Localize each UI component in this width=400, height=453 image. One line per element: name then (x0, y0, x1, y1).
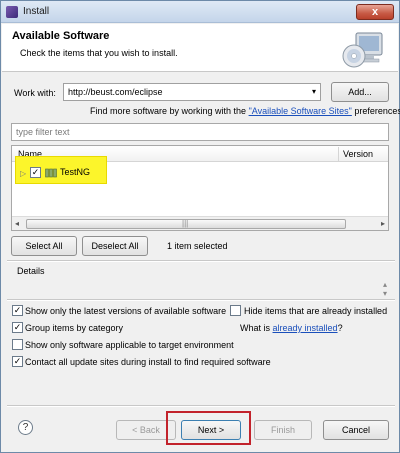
what-is-prefix: What is (240, 323, 273, 333)
column-divider (338, 147, 339, 161)
window-title: Install (23, 6, 50, 17)
group-category-checkbox[interactable]: ✓ (12, 322, 23, 333)
install-dialog: Install x Available Software Check the i… (0, 0, 400, 453)
details-spinner-icon[interactable]: ▴ ▾ (383, 280, 387, 298)
find-more-suffix: preferences. (351, 106, 400, 116)
spinner-up-icon[interactable]: ▴ (383, 280, 387, 289)
contact-sites-label[interactable]: Contact all update sites during install … (25, 357, 271, 367)
divider (7, 299, 395, 301)
already-installed-text: What is already installed? (240, 323, 343, 333)
feature-package-icon (45, 168, 57, 178)
hide-installed-checkbox[interactable] (230, 305, 241, 316)
close-button[interactable]: x (356, 4, 394, 20)
scroll-grip-icon: ||| (182, 219, 189, 228)
chevron-down-icon[interactable]: ▾ (312, 87, 316, 96)
find-more-text: Find more software by working with the "… (90, 106, 400, 116)
scroll-thumb[interactable]: ||| (26, 219, 346, 229)
wizard-header: Available Software Check the items that … (2, 24, 398, 72)
latest-versions-label[interactable]: Show only the latest versions of availab… (25, 306, 226, 316)
divider (7, 405, 395, 407)
group-category-label[interactable]: Group items by category (25, 323, 123, 333)
install-cd-icon (342, 32, 383, 68)
column-version[interactable]: Version (343, 149, 373, 159)
software-tree[interactable]: Name Version ▷ ✓ TestNG ◂ ||| ▸ (11, 145, 389, 231)
filter-input[interactable]: type filter text (11, 123, 389, 141)
scroll-left-icon[interactable]: ◂ (15, 219, 19, 228)
cancel-button[interactable]: Cancel (323, 420, 389, 440)
add-site-button[interactable]: Add... (331, 82, 389, 102)
applicable-only-label[interactable]: Show only software applicable to target … (25, 340, 234, 350)
title-bar: Install x (1, 1, 399, 23)
already-installed-link[interactable]: already installed (273, 323, 338, 333)
eclipse-app-icon (6, 6, 18, 18)
work-with-value: http://beust.com/eclipse (68, 87, 163, 97)
horizontal-scrollbar[interactable]: ◂ ||| ▸ (12, 216, 388, 230)
what-is-suffix: ? (337, 323, 343, 333)
find-more-prefix: Find more software by working with the (90, 106, 249, 116)
work-with-label: Work with: (14, 88, 56, 98)
tree-item-testng[interactable]: TestNG (60, 167, 90, 177)
scroll-right-icon[interactable]: ▸ (381, 219, 385, 228)
finish-button[interactable]: Finish (254, 420, 312, 440)
applicable-only-checkbox[interactable] (12, 339, 23, 350)
hide-installed-label[interactable]: Hide items that are already installed (244, 306, 387, 316)
help-icon[interactable]: ? (18, 420, 33, 435)
select-all-button[interactable]: Select All (11, 236, 77, 256)
spinner-down-icon[interactable]: ▾ (383, 289, 387, 298)
deselect-all-button[interactable]: Deselect All (82, 236, 148, 256)
expand-triangle-icon[interactable]: ▷ (20, 169, 26, 178)
page-title: Available Software (12, 30, 110, 42)
selection-status: 1 item selected (167, 241, 228, 251)
filter-placeholder: type filter text (16, 127, 70, 137)
latest-versions-checkbox[interactable]: ✓ (12, 305, 23, 316)
page-subtitle: Check the items that you wish to install… (20, 48, 178, 58)
testng-checkbox[interactable]: ✓ (30, 167, 41, 178)
divider (7, 260, 395, 262)
details-area: ▴ ▾ (11, 278, 389, 298)
available-sites-link[interactable]: "Available Software Sites" (249, 106, 352, 116)
work-with-combo[interactable]: http://beust.com/eclipse ▾ (63, 83, 321, 101)
details-label: Details (17, 266, 45, 276)
contact-sites-checkbox[interactable]: ✓ (12, 356, 23, 367)
next-button[interactable]: Next > (181, 420, 241, 440)
